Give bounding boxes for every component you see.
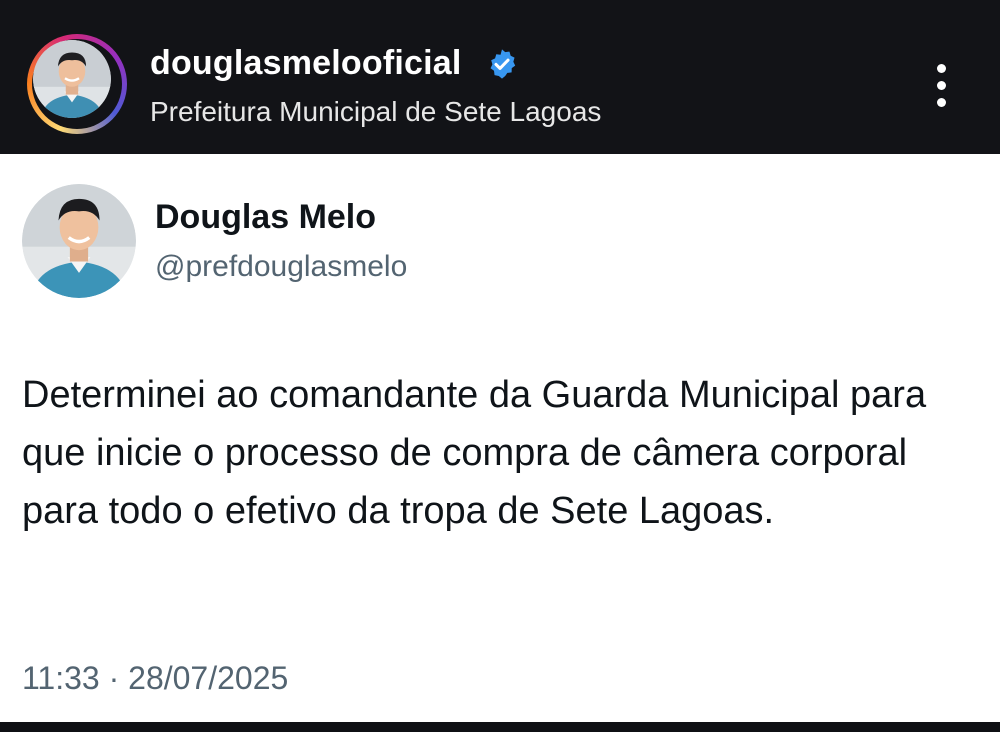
tweet-author-avatar[interactable] xyxy=(22,184,136,298)
profile-avatar[interactable] xyxy=(33,40,111,118)
post-header: douglasmelooficial Prefeitura Municipal … xyxy=(0,0,1000,154)
verified-badge-icon xyxy=(490,49,516,79)
tweet-author-name[interactable]: Douglas Melo xyxy=(155,198,376,237)
tweet-author-handle[interactable]: @prefdouglasmelo xyxy=(155,250,407,284)
tweet-text: Determinei ao comandante da Guarda Munic… xyxy=(22,374,927,532)
more-vertical-icon[interactable] xyxy=(928,62,956,112)
bottom-divider xyxy=(0,722,1000,732)
username[interactable]: douglasmelooficial xyxy=(150,44,462,83)
tweet-card: Douglas Melo @prefdouglasmelo Determinei… xyxy=(0,154,1000,722)
tweet-timestamp[interactable]: 11:33 · 28/07/2025 xyxy=(22,660,288,697)
location-subtitle[interactable]: Prefeitura Municipal de Sete Lagoas xyxy=(150,96,601,128)
